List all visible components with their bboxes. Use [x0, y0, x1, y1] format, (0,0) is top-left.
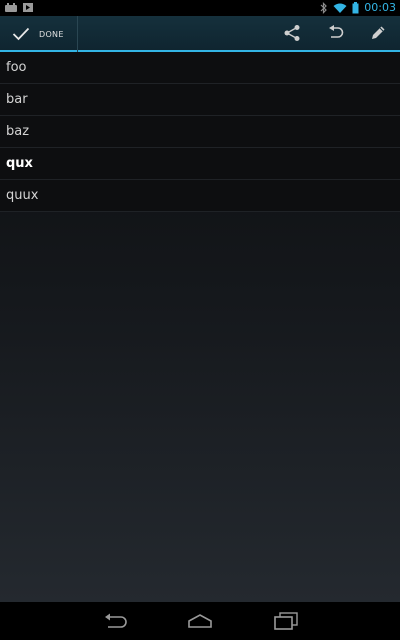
list-item-label: bar [6, 92, 28, 107]
media-notification-icon [23, 3, 33, 12]
list-item[interactable]: foo [0, 52, 400, 84]
list-item-label: foo [6, 60, 27, 75]
done-button[interactable]: DONE [0, 16, 78, 52]
notification-icons [4, 2, 34, 13]
list-item-label: qux [6, 156, 33, 171]
share-icon [284, 25, 300, 41]
home-button[interactable] [180, 608, 220, 634]
list-item[interactable]: bar [0, 84, 400, 116]
android-notification-icon [5, 3, 17, 12]
done-label: DONE [39, 29, 64, 39]
list-item-label: quux [6, 188, 39, 203]
list-item[interactable]: baz [0, 116, 400, 148]
list-item[interactable]: qux [0, 148, 400, 180]
status-time: 00:03 [364, 1, 396, 14]
content-area: foo bar baz qux quux [0, 52, 400, 602]
back-button[interactable] [96, 608, 136, 634]
navigation-bar [0, 602, 400, 640]
checkmark-icon [12, 27, 30, 41]
wifi-icon [333, 3, 347, 13]
undo-icon [329, 25, 344, 38]
undo-button[interactable] [316, 16, 356, 50]
share-button[interactable] [272, 16, 312, 50]
system-icons: 00:03 [320, 1, 396, 15]
action-bar: DONE [0, 16, 400, 52]
recent-apps-button[interactable] [266, 608, 306, 634]
edit-icon [372, 26, 385, 39]
back-icon [105, 613, 127, 628]
home-icon [188, 614, 212, 628]
list-item-label: baz [6, 124, 30, 139]
battery-icon [352, 2, 359, 14]
edit-button[interactable] [358, 16, 398, 50]
status-bar: 00:03 [0, 0, 400, 16]
recent-apps-icon [274, 612, 298, 630]
bluetooth-icon [320, 2, 328, 14]
item-list: foo bar baz qux quux [0, 52, 400, 212]
list-item[interactable]: quux [0, 180, 400, 212]
